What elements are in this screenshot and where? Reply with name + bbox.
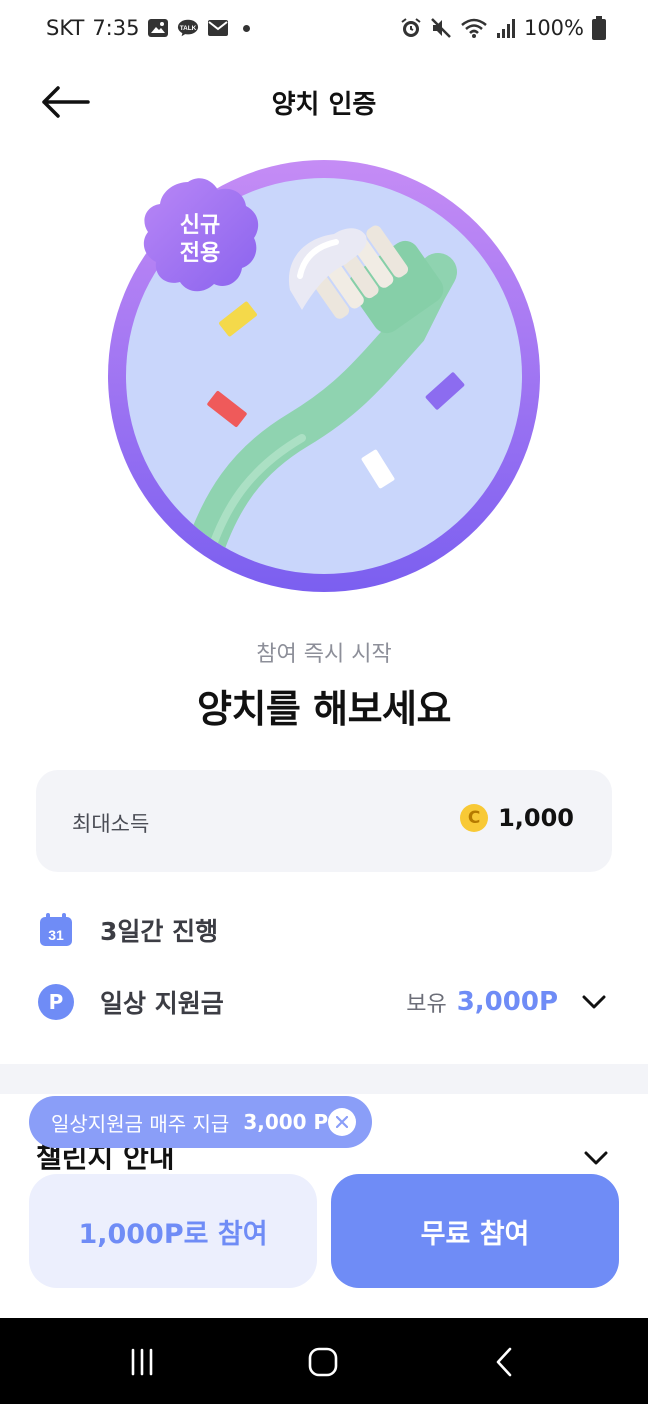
join-with-points-button[interactable]: 1,000P로 참여 [29, 1174, 317, 1288]
coin-icon: C [460, 804, 489, 832]
calendar-icon: 31 [40, 913, 72, 946]
app-header: 양치 인증 [0, 70, 648, 134]
duration-row: 31 3일간 진행 [38, 908, 610, 952]
toothbrush-illustration: 신규 전용 [108, 160, 540, 592]
notification-dot [243, 24, 251, 32]
recents-icon [131, 1348, 153, 1376]
status-bar: SKT 7:35 TALK 100% [0, 0, 648, 60]
status-right: 100% [400, 16, 606, 40]
holding-group: 보유 3,000P [406, 986, 610, 1018]
system-nav-bar [0, 1318, 648, 1404]
weekly-support-tooltip: 일상지원금 매주 지급 3,000 P [29, 1096, 372, 1148]
section-divider [0, 1064, 648, 1094]
max-income-value: 1,000 [498, 804, 574, 832]
page-title: 양치 인증 [271, 90, 377, 120]
recents-button[interactable] [120, 1340, 164, 1384]
holding-label: 보유 [406, 992, 447, 1017]
intro-headline: 양치를 해보세요 [197, 687, 451, 731]
mail-icon [208, 20, 229, 36]
home-button[interactable] [301, 1340, 345, 1384]
svg-text:TALK: TALK [180, 25, 197, 32]
battery-percent: 100% [523, 16, 584, 40]
max-income-card: 최대소득 C 1,000 [36, 770, 612, 872]
chevron-down-icon [584, 1151, 608, 1165]
tooltip-text: 일상지원금 매주 지급 [51, 1111, 230, 1136]
daily-support-label: 일상 지원금 [100, 989, 224, 1018]
expand-guide-button[interactable] [580, 1142, 612, 1174]
max-income-value-group: C 1,000 [460, 804, 574, 832]
intro-subtitle: 참여 즉시 시작 [256, 642, 392, 667]
battery-icon [592, 16, 606, 40]
hero-illustration: 신규 전용 [108, 160, 540, 592]
badge-line2: 전용 [180, 241, 220, 266]
home-icon [308, 1347, 338, 1377]
gallery-icon [148, 19, 169, 37]
status-left: SKT 7:35 TALK [46, 16, 251, 40]
wifi-icon [461, 18, 487, 38]
daily-support-row[interactable]: P 일상 지원금 보유 3,000P [38, 980, 610, 1024]
carrier-label: SKT [46, 16, 85, 40]
chevron-down-icon [582, 995, 606, 1009]
talk-icon: TALK [178, 19, 199, 37]
expand-support-button[interactable] [578, 986, 610, 1018]
max-income-label: 최대소득 [72, 812, 150, 836]
alarm-icon [401, 18, 421, 37]
tooltip-close-button[interactable] [328, 1108, 356, 1136]
points-icon: P [38, 984, 74, 1020]
join-free-button[interactable]: 무료 참여 [331, 1174, 619, 1288]
badge-line1: 신규 [180, 213, 220, 238]
clock: 7:35 [92, 16, 140, 40]
tooltip-amount: 3,000 P [243, 1110, 329, 1134]
nav-back-button[interactable] [482, 1340, 526, 1384]
mute-icon [431, 18, 451, 38]
duration-label: 3일간 진행 [100, 917, 219, 946]
close-icon [336, 1116, 348, 1128]
calendar-day: 31 [48, 927, 64, 943]
holding-value: 3,000P [456, 987, 558, 1017]
back-chevron-icon [496, 1347, 512, 1377]
signal-icon [496, 19, 515, 38]
